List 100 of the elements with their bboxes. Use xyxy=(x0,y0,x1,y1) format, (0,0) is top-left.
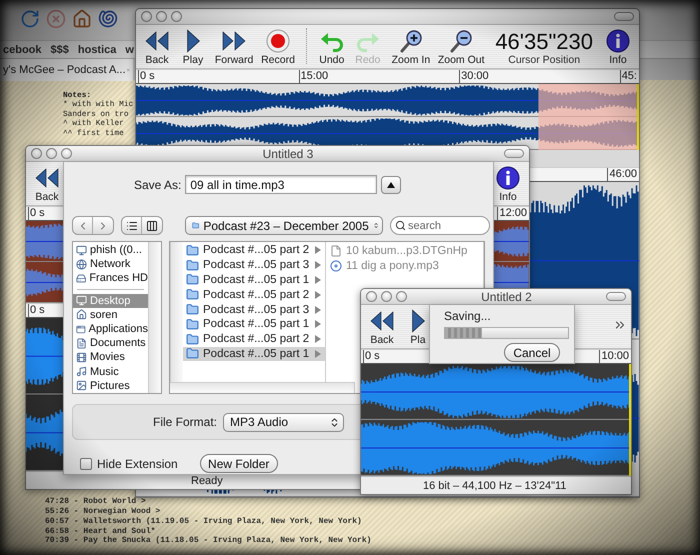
toolbar-button[interactable]: Back xyxy=(30,166,64,203)
info-button[interactable]: Info xyxy=(491,166,525,203)
ruler-label: 45: xyxy=(620,70,637,83)
disc-icon xyxy=(330,260,342,272)
track-list-line: 47:28 - Robot World > xyxy=(45,497,147,507)
file-row[interactable]: 10 kabum...p3.DTGnHp xyxy=(326,243,483,258)
ruler-label: 15:00 xyxy=(298,70,460,83)
columns-icon xyxy=(146,220,158,232)
track-list-line: 70:39 - Pay the Snucka (11.18.05 - Irving Plaza, New York, New York) xyxy=(45,536,372,546)
search-field[interactable]: search xyxy=(390,216,490,235)
hide-extension-checkbox[interactable] xyxy=(80,458,92,470)
sidebar-item[interactable]: Movies xyxy=(73,350,148,364)
file-format-popup[interactable]: MP3 Audio xyxy=(223,412,344,432)
folder-icon xyxy=(186,303,199,316)
file-format-label: File Format: xyxy=(153,415,218,429)
zoom-button[interactable] xyxy=(171,11,182,22)
home-icon[interactable] xyxy=(72,9,92,29)
play-icon xyxy=(186,29,200,53)
toolbar-button[interactable]: Zoom Out xyxy=(435,29,488,66)
toolbar-button[interactable]: Play xyxy=(176,29,210,66)
window-title: Untitled 3 xyxy=(262,146,314,160)
folder-row[interactable]: Podcast #...05 part 2 xyxy=(183,332,325,347)
up-down-arrows-icon xyxy=(372,220,379,231)
toolbar-toggle-button[interactable] xyxy=(504,149,524,158)
house-icon xyxy=(76,309,87,320)
toolbar-button[interactable]: Record xyxy=(258,29,298,66)
info-button[interactable]: Info xyxy=(600,29,635,66)
double-left-triangle-icon xyxy=(144,29,170,53)
ruler-label: 10:00 xyxy=(599,350,629,363)
scrollbar[interactable] xyxy=(170,382,355,393)
folder-row[interactable]: Podcast #...05 part 2 xyxy=(183,243,325,258)
toolbar-button[interactable]: Undo xyxy=(314,29,349,66)
stop-icon[interactable] xyxy=(46,9,66,29)
ruler-label: 30:00 xyxy=(459,70,620,83)
sidebar-item[interactable]: Pictures xyxy=(73,378,148,393)
cancel-button[interactable]: Cancel xyxy=(504,343,560,362)
scrollbar[interactable] xyxy=(148,242,161,393)
zoom-button[interactable] xyxy=(396,291,407,302)
close-button[interactable] xyxy=(141,11,152,22)
track-list-line: 60:57 - Walletsworth (11.19.05 - Irving Plaza, New York, New York) xyxy=(45,516,363,527)
location-popup[interactable]: Podcast #23 – December 2005 xyxy=(185,216,383,235)
toolbar-button[interactable]: Zoom In xyxy=(388,29,433,66)
spiral-icon[interactable] xyxy=(98,9,118,29)
document-icon xyxy=(76,338,87,349)
folder-row[interactable]: Podcast #...05 part 1 xyxy=(183,346,325,362)
reload-icon[interactable] xyxy=(20,9,40,29)
folder-icon xyxy=(186,244,199,257)
sidebar-item[interactable]: phish ((0... xyxy=(73,243,148,258)
info-icon xyxy=(606,29,630,53)
up-triangle-icon xyxy=(387,182,396,188)
bookmark-link[interactable]: hostica xyxy=(78,44,116,56)
folder-row[interactable]: Podcast #...05 part 2 xyxy=(183,287,325,302)
minimize-button[interactable] xyxy=(381,291,392,302)
sidebar-item[interactable]: Applications xyxy=(73,322,148,336)
sidebar-item[interactable]: Music xyxy=(73,364,148,379)
toolbar-button[interactable]: Forward xyxy=(212,29,256,66)
monitor-icon xyxy=(76,295,87,306)
toolbar-button[interactable]: Back xyxy=(365,309,399,346)
double-right-triangle-icon xyxy=(221,29,248,53)
folder-row[interactable]: Podcast #...05 part 3 xyxy=(183,302,325,317)
file-name-field[interactable]: 09 all in time.mp3 xyxy=(185,175,378,194)
search-icon xyxy=(395,220,406,231)
sidebar-item[interactable]: Frances HD xyxy=(73,271,148,286)
hide-extension-label: Hide Extension xyxy=(97,456,178,470)
close-button[interactable] xyxy=(366,291,377,302)
sidebar-item[interactable]: Network xyxy=(73,257,148,272)
hard-drive-icon xyxy=(76,272,86,284)
minimize-button[interactable] xyxy=(46,148,57,159)
folder-icon xyxy=(186,318,199,331)
file-row[interactable]: 11 dig a pony.mp3 xyxy=(326,258,483,273)
cursor-position-label: Cursor Position xyxy=(508,54,580,66)
sidebar-item[interactable]: Documents xyxy=(73,336,148,350)
record-icon xyxy=(265,29,291,53)
toolbar-button[interactable]: Back xyxy=(140,29,174,66)
sidebar-item[interactable]: soren xyxy=(73,308,148,322)
bookmark-link[interactable]: $$$ xyxy=(50,44,69,56)
track-list-line: 55:26 - Norwegian Wood > xyxy=(45,507,162,517)
close-button[interactable] xyxy=(31,148,42,159)
toolbar-toggle-button[interactable] xyxy=(614,12,634,21)
toolbar-toggle-button[interactable] xyxy=(606,292,626,301)
info-icon xyxy=(496,166,520,190)
play-icon xyxy=(412,309,424,333)
saving-message: Saving... xyxy=(443,308,492,323)
scrollbar[interactable] xyxy=(170,242,183,382)
view-mode-control[interactable] xyxy=(121,216,163,235)
back-forward-control[interactable] xyxy=(72,216,114,235)
folder-icon xyxy=(186,273,199,286)
minimize-button[interactable] xyxy=(156,11,167,22)
monitor-icon xyxy=(76,244,87,256)
folder-row[interactable]: Podcast #...05 part 1 xyxy=(183,316,325,332)
zoom-out-icon xyxy=(448,29,474,53)
folder-row[interactable]: Podcast #...05 part 1 xyxy=(183,272,325,288)
bookmark-link[interactable]: w xyxy=(125,44,134,56)
zoom-button[interactable] xyxy=(61,148,72,159)
browser-tab[interactable]: y's McGee – Podcast A... xyxy=(0,58,133,80)
bookmark-link[interactable]: cebook xyxy=(3,44,42,56)
folder-row[interactable]: Podcast #...05 part 3 xyxy=(183,258,325,273)
new-folder-button[interactable]: New Folder xyxy=(200,454,278,473)
collapse-button[interactable] xyxy=(381,176,402,194)
ruler-label: 12:00 xyxy=(497,207,527,220)
